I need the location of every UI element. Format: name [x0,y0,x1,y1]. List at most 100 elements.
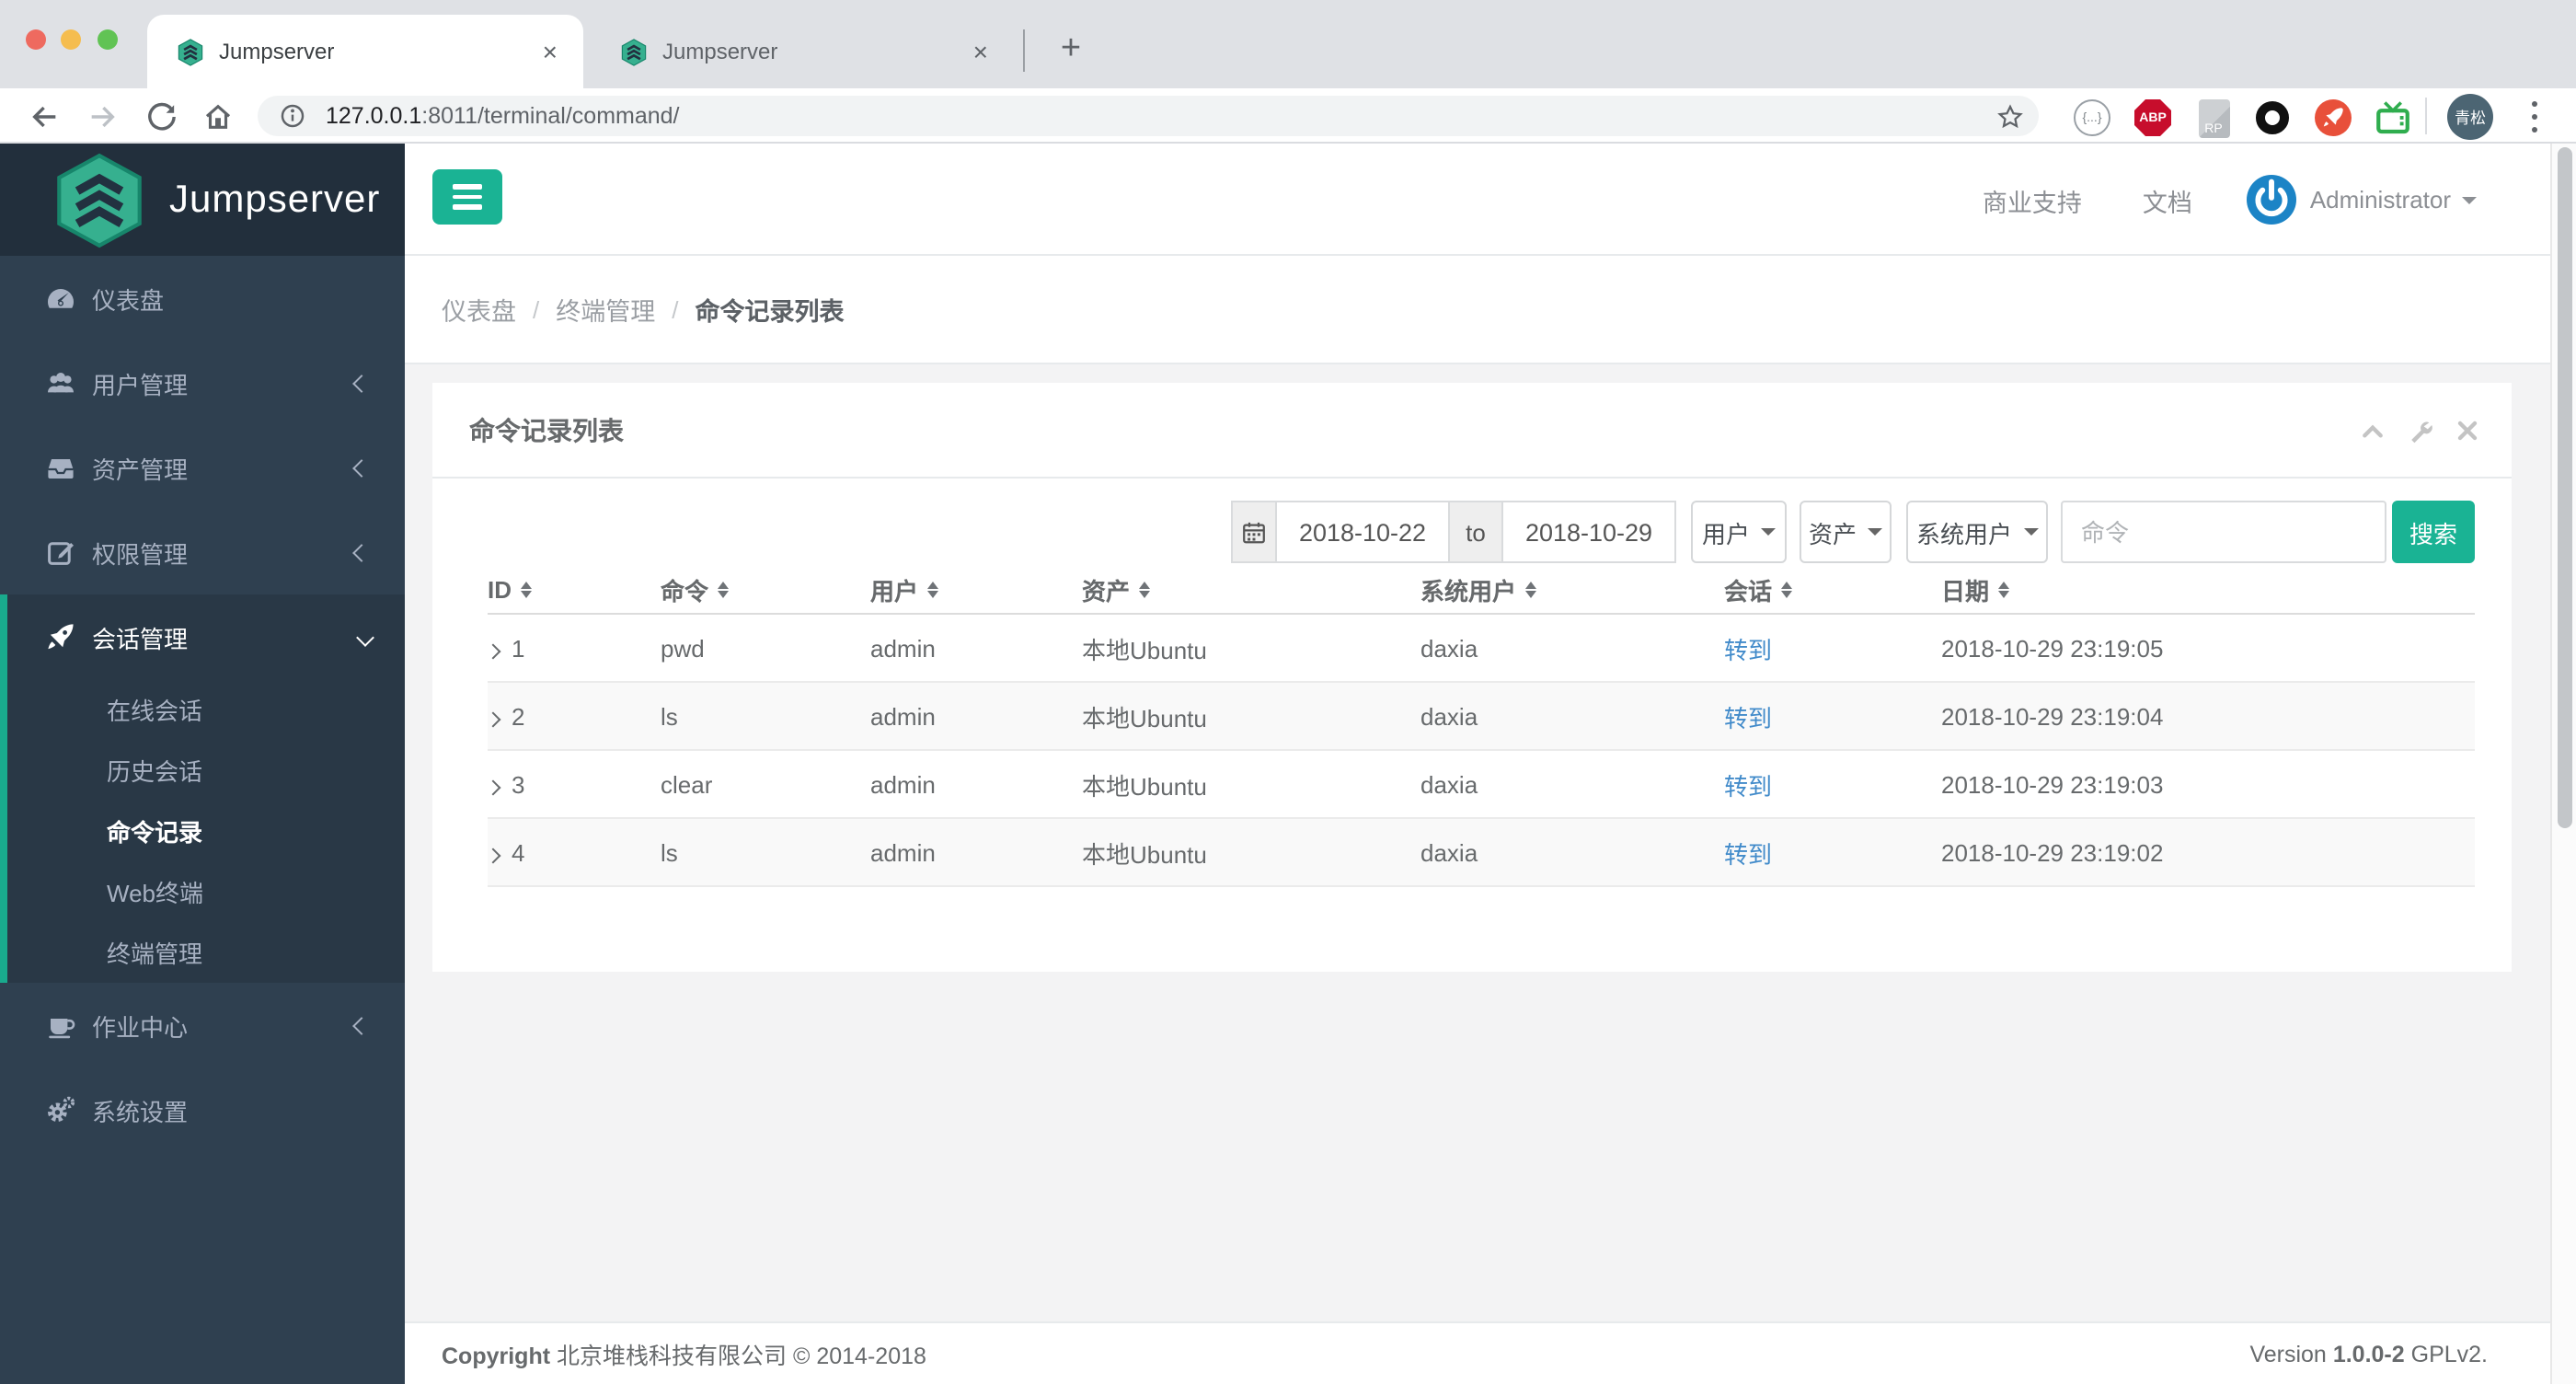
sidebar-item-terminal-management[interactable]: 终端管理 [7,922,405,983]
cell-id: 2 [485,702,661,730]
admin-avatar[interactable] [2247,175,2297,225]
cell-session: 转到 [1724,630,1941,665]
sort-icon[interactable] [1998,582,2010,598]
sidebar-item-permissions[interactable]: 权限管理 [0,510,405,594]
sidebar-item-label: 仪表盘 [92,286,165,314]
onetab-extension-icon[interactable] [2250,96,2294,140]
sidebar-item-users[interactable]: 用户管理 [0,340,405,425]
browser-tab-2[interactable]: Jumpserver × [591,15,1014,88]
sidebar-item-web-terminal[interactable]: Web终端 [7,861,405,922]
sidebar-toggle-button[interactable] [432,169,502,225]
back-icon[interactable] [22,94,66,138]
asset-filter-dropdown[interactable]: 资产 [1800,501,1892,563]
breadcrumb-terminal[interactable]: 终端管理 [556,291,655,328]
goto-session-link[interactable]: 转到 [1724,840,1772,868]
tab-close-icon[interactable]: × [543,37,558,66]
table-header-row: ID 命令 用户 资产 系统用户 会话 日期 [488,567,2475,615]
caret-down-icon [2462,196,2477,203]
scrollbar-thumb[interactable] [2558,147,2572,828]
chevron-left-icon [352,1016,371,1034]
column-header-command[interactable]: 命令 [661,572,870,607]
sidebar: Jumpserver 仪表盘 用户管理 资产管理 权限管理 会话管理 在线会话 … [0,144,405,1384]
settings-wrench-icon[interactable] [2409,419,2432,443]
breadcrumb-dashboard[interactable]: 仪表盘 [442,291,516,328]
goto-session-link[interactable]: 转到 [1724,704,1772,732]
sort-icon[interactable] [521,582,532,598]
macos-zoom-button[interactable] [98,29,118,50]
rp-extension-icon[interactable]: RP [2191,96,2236,140]
home-icon[interactable] [195,94,239,138]
cell-date: 2018-10-29 23:19:02 [1941,838,2164,866]
page-scrollbar[interactable] [2550,144,2576,1384]
rocket-glyph [2315,99,2352,136]
sidebar-item-job-center[interactable]: 作业中心 [0,983,405,1067]
date-to-input[interactable] [1501,501,1676,563]
sort-icon[interactable] [927,582,939,598]
json-viewer-extension-icon[interactable]: {...} [2070,96,2114,140]
sidebar-item-online-sessions[interactable]: 在线会话 [7,679,405,740]
command-search-input[interactable] [2061,501,2386,563]
cell-id: 3 [485,770,661,798]
ring-glyph [2256,101,2289,134]
new-tab-button[interactable]: + [1045,26,1097,77]
reload-icon[interactable] [138,94,182,138]
sort-icon[interactable] [1781,582,1793,598]
cell-date: 2018-10-29 23:19:05 [1941,634,2164,662]
tab-close-icon[interactable]: × [973,37,988,66]
cell-user: admin [870,702,936,730]
expand-chevron-icon[interactable] [485,642,501,659]
browser-profile-avatar[interactable]: 青松 [2447,94,2493,140]
collapse-icon[interactable] [2361,419,2385,443]
address-bar[interactable]: 127.0.0.1:8011/terminal/command/ [258,96,2039,136]
browser-tab-1[interactable]: Jumpserver × [147,15,583,88]
bookmark-star-icon[interactable] [1996,102,2024,130]
docs-link[interactable]: 文档 [2143,181,2192,218]
cell-user: admin [870,634,936,662]
column-header-id[interactable]: ID [488,576,661,604]
table-row: 3 clear admin 本地Ubuntu daxia 转到 2018-10-… [485,751,2475,819]
cell-command: clear [661,770,713,798]
sidebar-item-history-sessions[interactable]: 历史会话 [7,740,405,801]
close-icon[interactable] [2456,420,2478,442]
goto-session-link[interactable]: 转到 [1724,636,1772,663]
cell-asset: 本地Ubuntu [1082,772,1207,800]
business-support-link[interactable]: 商业支持 [1983,181,2082,218]
toolbar-divider [2425,98,2427,134]
json-viewer-glyph: {...} [2074,99,2110,136]
sidebar-item-system-settings[interactable]: 系统设置 [0,1067,405,1152]
sort-icon[interactable] [1139,582,1151,598]
system-user-filter-dropdown[interactable]: 系统用户 [1906,501,2048,563]
sort-icon[interactable] [1525,582,1537,598]
tv-extension-icon[interactable] [2370,96,2414,140]
column-header-session[interactable]: 会话 [1724,572,1941,607]
forward-icon[interactable] [79,94,123,138]
page: Jumpserver 仪表盘 用户管理 资产管理 权限管理 会话管理 在线会话 … [0,144,2576,1384]
sidebar-item-sessions[interactable]: 会话管理 [7,594,405,679]
user-filter-dropdown[interactable]: 用户 [1691,501,1787,563]
expand-chevron-icon[interactable] [485,847,501,863]
admin-username[interactable]: Administrator [2310,186,2451,213]
rocket-extension-icon[interactable] [2311,96,2355,140]
cell-system-user: daxia [1420,770,1478,798]
goto-session-link[interactable]: 转到 [1724,772,1772,800]
browser-tab-strip: Jumpserver × Jumpserver × + [0,0,2576,88]
macos-close-button[interactable] [26,29,46,50]
date-from-input[interactable] [1275,501,1450,563]
browser-menu-icon[interactable] [2524,101,2543,133]
sidebar-item-command-records[interactable]: 命令记录 [7,801,405,861]
cell-asset: 本地Ubuntu [1082,840,1207,868]
sidebar-item-assets[interactable]: 资产管理 [0,425,405,510]
column-header-date[interactable]: 日期 [1941,572,2475,607]
column-header-system-user[interactable]: 系统用户 [1420,572,1724,607]
expand-chevron-icon[interactable] [485,710,501,727]
sidebar-item-dashboard[interactable]: 仪表盘 [0,256,405,340]
adblock-extension-icon[interactable]: ABP [2131,96,2175,140]
sidebar-logo[interactable]: Jumpserver [0,144,405,256]
expand-chevron-icon[interactable] [485,778,501,795]
column-header-asset[interactable]: 资产 [1082,572,1420,607]
site-info-icon[interactable] [274,98,311,134]
macos-minimize-button[interactable] [61,29,81,50]
column-header-user[interactable]: 用户 [870,572,1082,607]
search-button[interactable]: 搜索 [2392,501,2475,563]
sort-icon[interactable] [718,582,730,598]
